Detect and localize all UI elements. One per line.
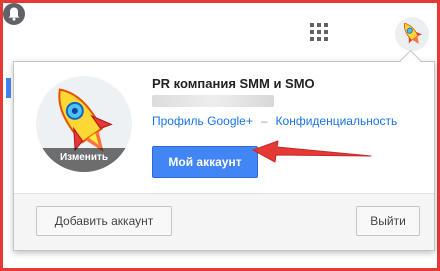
background-nav-accent (6, 78, 11, 98)
email-redacted (152, 95, 274, 107)
screenshot-frame: Изменить PR компания SMM и SMO Профиль G… (0, 0, 440, 271)
links-separator: – (260, 114, 268, 128)
rocket-avatar-icon[interactable] (395, 17, 429, 51)
account-links: Профиль Google+ – Конфиденциальность (152, 114, 397, 128)
sign-out-button[interactable]: Выйти (356, 206, 420, 236)
add-account-button[interactable]: Добавить аккаунт (36, 206, 172, 236)
profile-link[interactable]: Профиль Google+ (152, 114, 253, 128)
red-arrow-icon (252, 140, 372, 163)
account-name: PR компания SMM и SMO (152, 76, 315, 91)
privacy-link[interactable]: Конфиденциальность (276, 114, 398, 128)
profile-avatar[interactable]: Изменить (36, 76, 132, 172)
notifications-bell-icon[interactable] (3, 3, 25, 25)
popup-footer: Добавить аккаунт Выйти (14, 193, 434, 250)
apps-grid-icon[interactable] (310, 23, 328, 41)
my-account-button[interactable]: Мой аккаунт (152, 146, 258, 178)
change-photo-label[interactable]: Изменить (36, 148, 132, 172)
